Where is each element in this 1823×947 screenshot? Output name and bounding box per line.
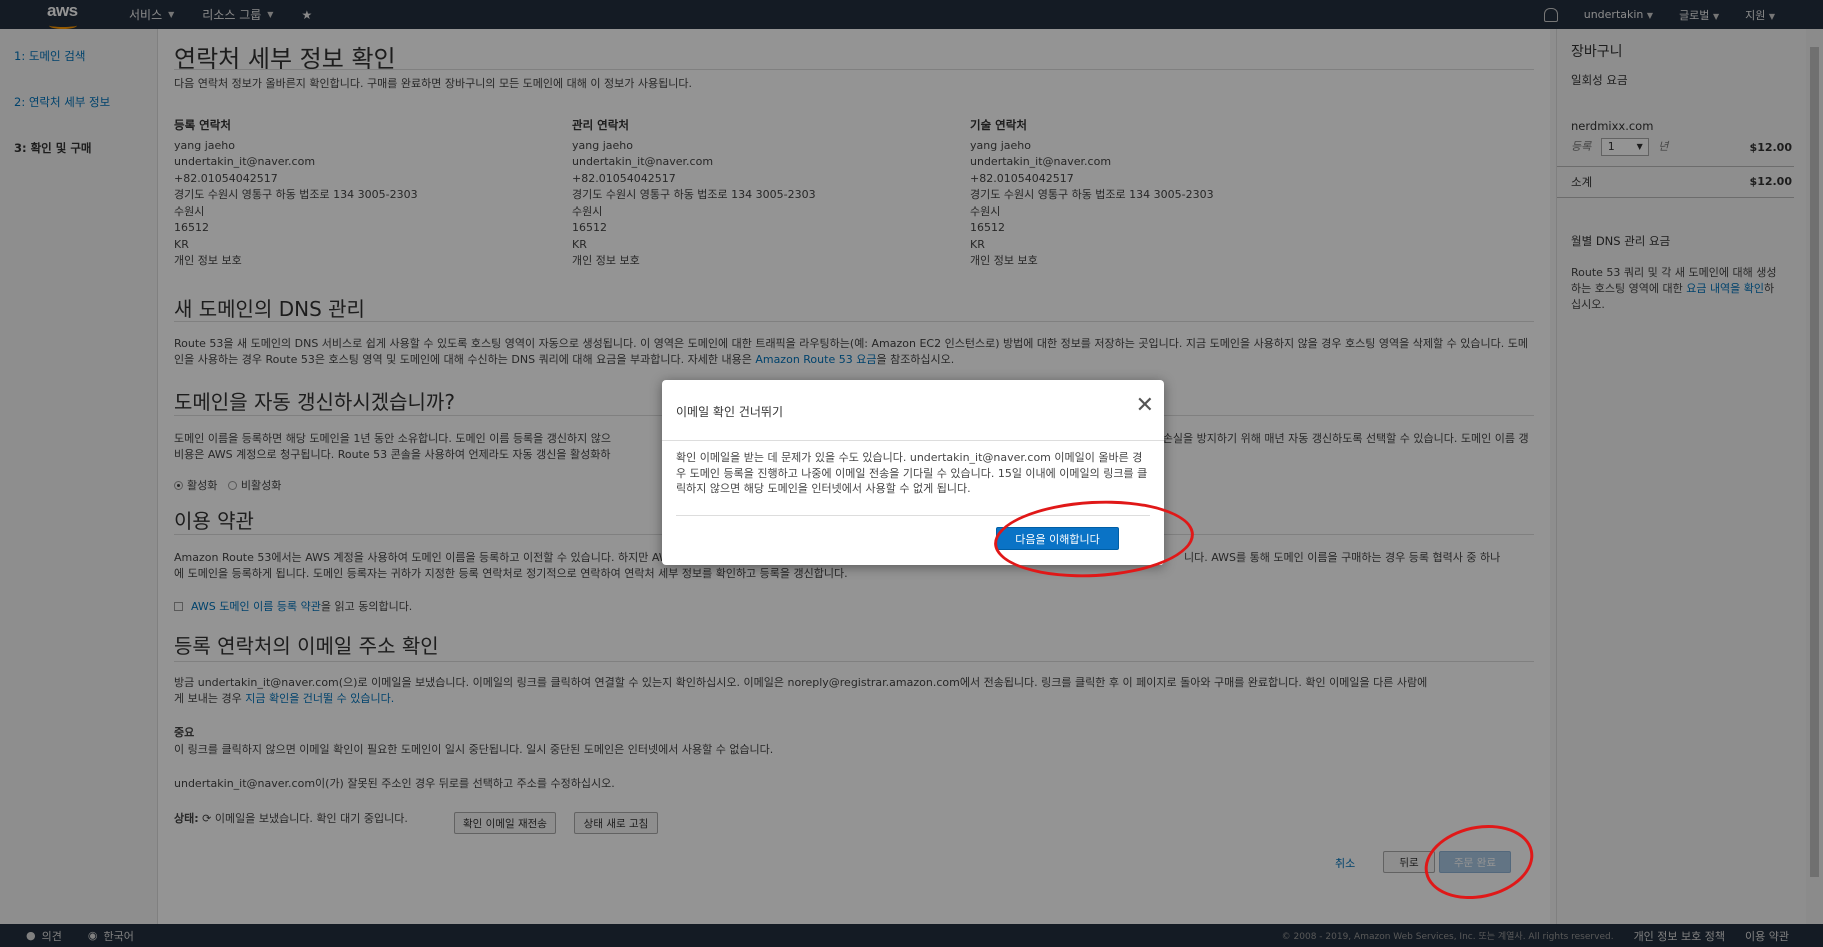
divider (662, 440, 1164, 441)
modal-body: 확인 이메일을 받는 데 문제가 있을 수도 있습니다. undertakin_… (676, 451, 1148, 495)
modal-title: 이메일 확인 건너뛰기 (676, 405, 783, 419)
close-icon[interactable]: ✕ (1136, 395, 1154, 417)
